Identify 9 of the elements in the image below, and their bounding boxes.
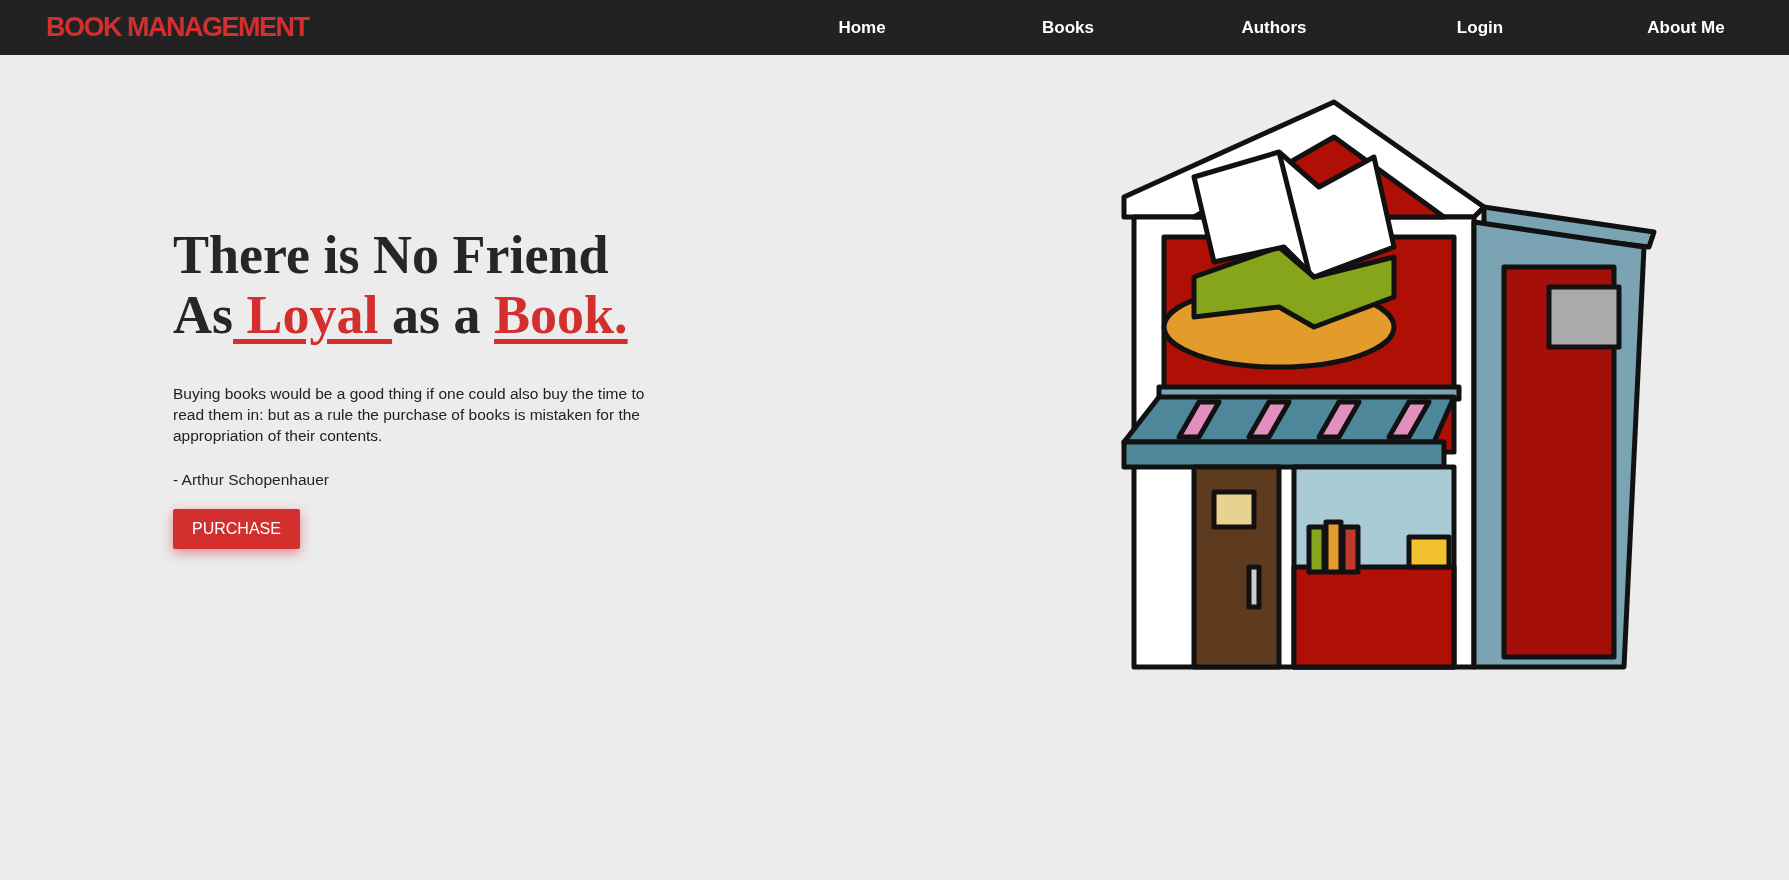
purchase-button[interactable]: PURCHASE: [173, 509, 300, 550]
nav-link[interactable]: Authors: [1171, 14, 1377, 41]
nav-link[interactable]: Books: [965, 14, 1171, 41]
nav-link[interactable]: Home: [759, 14, 965, 41]
headline: There is No Friend As Loyal as a Book.: [173, 225, 629, 345]
nav-link[interactable]: Login: [1377, 14, 1583, 41]
nav-link[interactable]: About Me: [1583, 14, 1789, 41]
quote-author: - Arthur Schopenhauer: [173, 470, 330, 490]
quote-text: Buying books would be a good thing if one could also buy the time to read them in: but as a rule the purchase of books is mistaken for the appropriation of their contents.: [173, 384, 646, 446]
